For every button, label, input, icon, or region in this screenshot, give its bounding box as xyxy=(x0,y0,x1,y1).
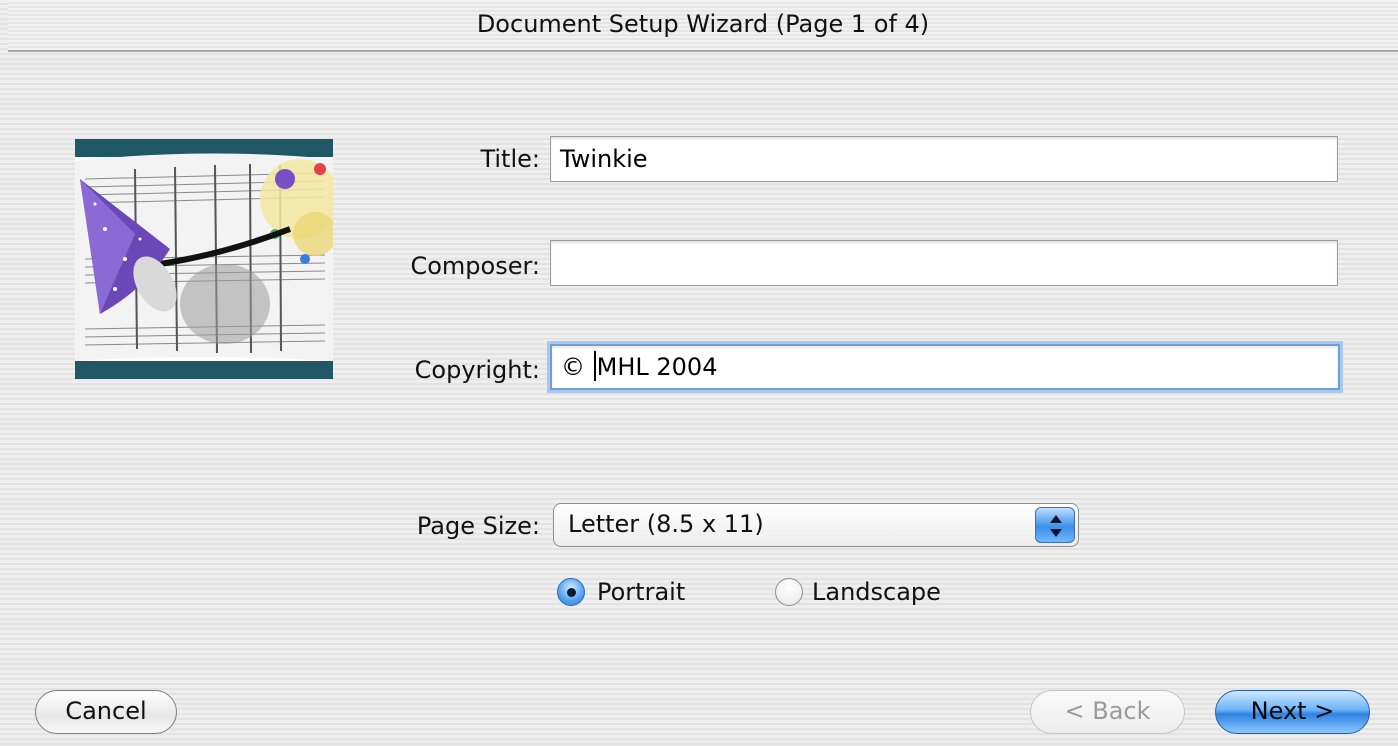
radio-selected-dot xyxy=(567,588,576,597)
copyright-field[interactable]: © MHL 2004 xyxy=(550,344,1340,390)
cancel-button[interactable]: Cancel xyxy=(35,690,177,734)
copyright-label: Copyright: xyxy=(414,356,540,384)
composer-field[interactable] xyxy=(550,240,1338,286)
page-size-popup[interactable]: Letter (8.5 x 11) xyxy=(553,503,1079,547)
title-bar[interactable]: Document Setup Wizard (Page 1 of 4) xyxy=(8,0,1398,52)
landscape-radio[interactable] xyxy=(775,578,803,606)
wizard-illustration xyxy=(75,139,333,379)
page-size-label: Page Size: xyxy=(416,512,540,540)
back-button[interactable]: < Back xyxy=(1030,690,1185,734)
landscape-label[interactable]: Landscape xyxy=(812,578,941,606)
title-field[interactable]: Twinkie xyxy=(550,136,1338,182)
window-title: Document Setup Wizard (Page 1 of 4) xyxy=(476,10,930,38)
page-size-selected-value: Letter (8.5 x 11) xyxy=(568,510,764,538)
copyright-text-after-caret: MHL 2004 xyxy=(596,353,718,381)
wizard-window: Document Setup Wizard (Page 1 of 4) Titl… xyxy=(0,0,1398,746)
portrait-label[interactable]: Portrait xyxy=(597,578,685,606)
title-label: Title: xyxy=(480,145,540,173)
portrait-radio[interactable] xyxy=(557,578,585,606)
copyright-text-before-caret: © xyxy=(561,353,585,381)
text-caret xyxy=(593,351,596,381)
next-button[interactable]: Next > xyxy=(1215,690,1370,734)
composer-label: Composer: xyxy=(410,252,540,280)
updown-arrows-icon xyxy=(1035,507,1075,543)
